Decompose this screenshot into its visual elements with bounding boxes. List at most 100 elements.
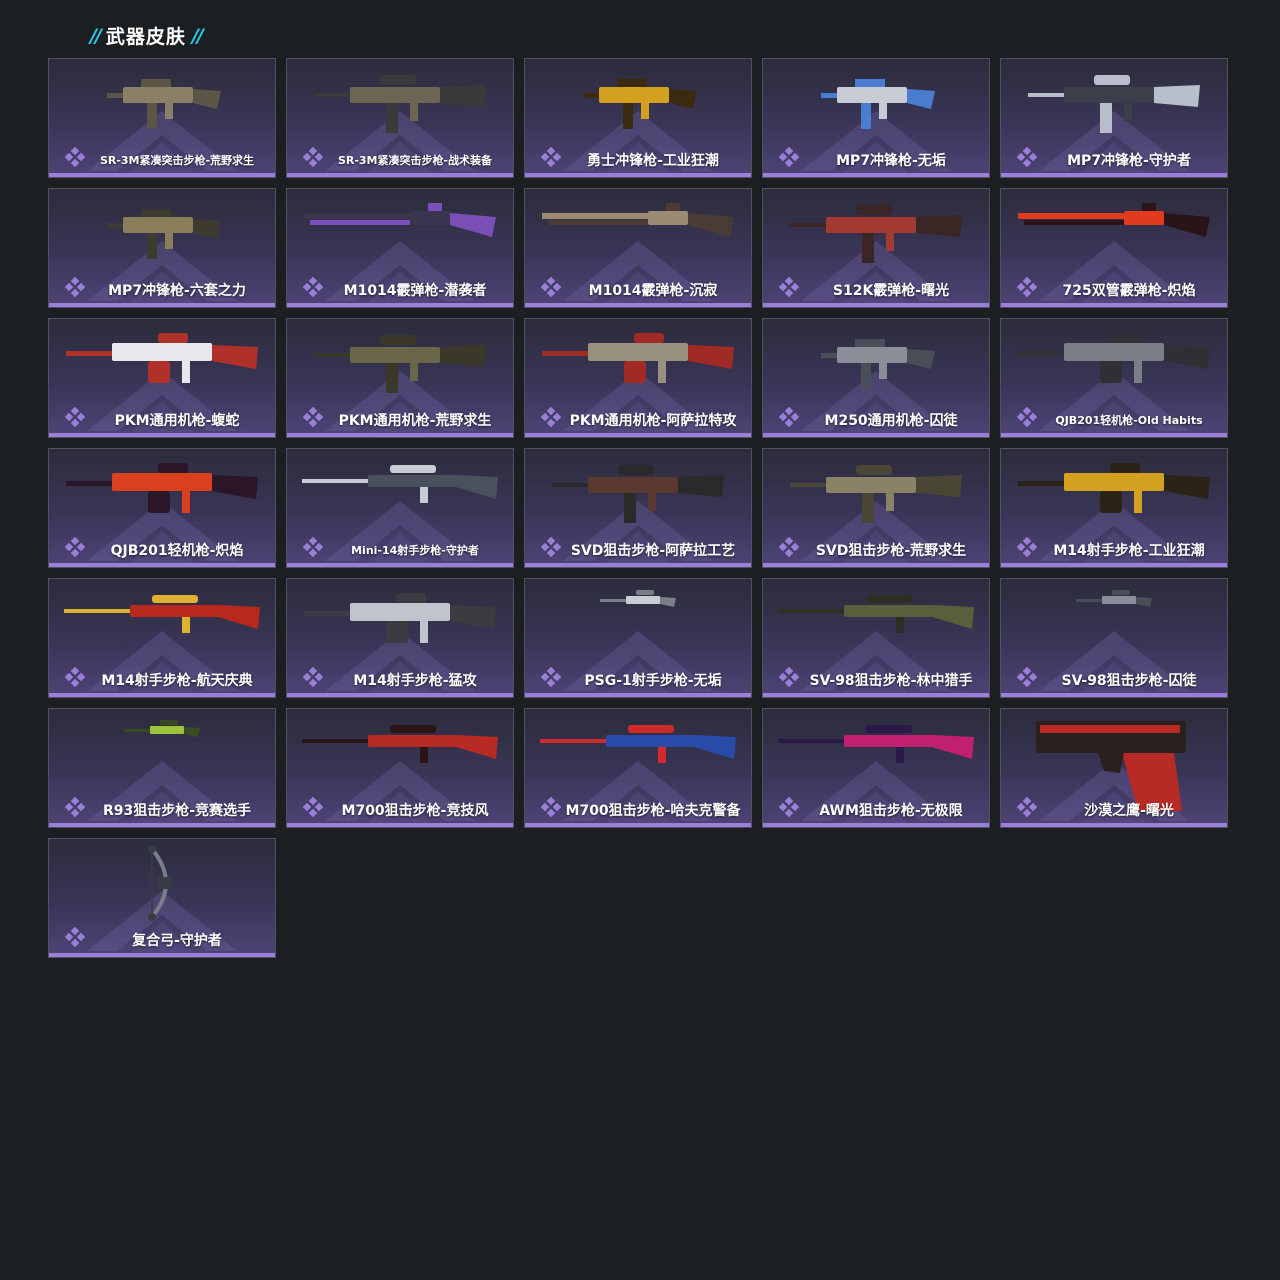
- weapon-skin-name: M1014霰弹枪-潜袭者: [343, 283, 487, 299]
- weapon-skin-card[interactable]: SVD狙击步枪-荒野求生: [762, 448, 990, 568]
- rarity-diamond-icon: [779, 277, 799, 297]
- rarity-diamond-icon: [65, 797, 85, 817]
- weapon-image: [310, 65, 490, 143]
- weapon-image: [573, 65, 703, 139]
- rarity-diamond-icon: [779, 797, 799, 817]
- rarity-diamond-icon: [541, 277, 561, 297]
- weapon-skin-name: PSG-1射手步枪-无垢: [584, 673, 722, 689]
- weapon-image: [300, 195, 500, 249]
- weapon-image: [1014, 455, 1214, 535]
- weapon-skin-name: M14射手步枪-航天庆典: [101, 673, 253, 689]
- weapon-skin-card[interactable]: PKM通用机枪-荒野求生: [286, 318, 514, 438]
- weapon-image: [1074, 585, 1154, 619]
- weapon-image: [1014, 195, 1214, 249]
- weapon-skin-card[interactable]: 沙漠之鹰-曙光: [1000, 708, 1228, 828]
- weapon-image: [1014, 325, 1214, 405]
- rarity-diamond-icon: [303, 537, 323, 557]
- weapon-skin-name: 复合弓-守护者: [132, 933, 222, 949]
- weapon-skin-name: 725双管霰弹枪-炽焰: [1062, 283, 1196, 299]
- rarity-diamond-icon: [65, 407, 85, 427]
- weapon-skin-card[interactable]: M700狙击步枪-竞技风: [286, 708, 514, 828]
- weapon-skin-name: M250通用机枪-囚徒: [824, 413, 958, 429]
- weapon-skin-card[interactable]: SR-3M紧凑突击步枪-战术装备: [286, 58, 514, 178]
- rarity-diamond-icon: [65, 537, 85, 557]
- weapon-skin-card[interactable]: MP7冲锋枪-六套之力: [48, 188, 276, 308]
- weapon-skin-card[interactable]: PKM通用机枪-蝮蛇: [48, 318, 276, 438]
- section-title: // 武器皮肤 //: [90, 22, 204, 49]
- weapon-skin-card[interactable]: M700狙击步枪-哈夫克警备: [524, 708, 752, 828]
- weapon-skin-name: M1014霰弹枪-沉寂: [588, 283, 718, 299]
- weapon-skin-card[interactable]: 勇士冲锋枪-工业狂潮: [524, 58, 752, 178]
- weapon-skin-name: M700狙击步枪-哈夫克警备: [565, 803, 741, 819]
- weapon-image: [1024, 65, 1204, 143]
- weapon-skin-card[interactable]: R93狙击步枪-竞赛选手: [48, 708, 276, 828]
- rarity-diamond-icon: [541, 797, 561, 817]
- rarity-diamond-icon: [541, 667, 561, 687]
- rarity-diamond-icon: [541, 147, 561, 167]
- weapon-image: [538, 325, 738, 405]
- weapon-skin-name: QJB201轻机枪-Old Habits: [1055, 414, 1203, 427]
- weapon-skin-name: SV-98狙击步枪-囚徒: [1061, 673, 1197, 689]
- weapon-skin-card[interactable]: QJB201轻机枪-炽焰: [48, 448, 276, 568]
- weapon-image: [811, 325, 941, 399]
- weapon-skin-name: M700狙击步枪-竞技风: [341, 803, 489, 819]
- weapon-skin-card[interactable]: M14射手步枪-工业狂潮: [1000, 448, 1228, 568]
- weapon-image: [548, 455, 728, 533]
- weapon-skin-card[interactable]: SVD狙击步枪-阿萨拉工艺: [524, 448, 752, 568]
- weapon-skin-name: SVD狙击步枪-阿萨拉工艺: [570, 543, 736, 559]
- rarity-diamond-icon: [65, 147, 85, 167]
- weapon-image: [122, 845, 202, 925]
- weapon-skin-card[interactable]: SV-98狙击步枪-囚徒: [1000, 578, 1228, 698]
- weapon-skin-name: Mini-14射手步枪-守护者: [351, 544, 479, 557]
- weapon-skin-card[interactable]: M250通用机枪-囚徒: [762, 318, 990, 438]
- weapon-image: [300, 455, 500, 515]
- weapon-image: [300, 585, 500, 665]
- rarity-diamond-icon: [303, 407, 323, 427]
- weapon-skin-card[interactable]: M14射手步枪-猛攻: [286, 578, 514, 698]
- rarity-diamond-icon: [1017, 797, 1037, 817]
- weapon-skin-name: PKM通用机枪-蝮蛇: [114, 413, 240, 429]
- weapon-skin-name: MP7冲锋枪-六套之力: [108, 283, 246, 299]
- weapon-skin-card[interactable]: Mini-14射手步枪-守护者: [286, 448, 514, 568]
- rarity-diamond-icon: [779, 537, 799, 557]
- title-slash-left-icon: //: [90, 24, 102, 47]
- weapon-skin-card[interactable]: M1014霰弹枪-沉寂: [524, 188, 752, 308]
- weapon-image: [310, 325, 490, 403]
- weapon-skin-card[interactable]: MP7冲锋枪-守护者: [1000, 58, 1228, 178]
- weapon-skin-card[interactable]: MP7冲锋枪-无垢: [762, 58, 990, 178]
- weapon-skin-card[interactable]: SV-98狙击步枪-林中猎手: [762, 578, 990, 698]
- weapon-skin-name: MP7冲锋枪-无垢: [836, 153, 946, 169]
- weapon-skin-name: R93狙击步枪-竞赛选手: [102, 803, 252, 819]
- weapon-skin-card[interactable]: PSG-1射手步枪-无垢: [524, 578, 752, 698]
- weapon-skin-name: SVD狙击步枪-荒野求生: [815, 543, 967, 559]
- rarity-diamond-icon: [65, 667, 85, 687]
- weapon-skin-card[interactable]: 复合弓-守护者: [48, 838, 276, 958]
- weapon-skin-name: SR-3M紧凑突击步枪-荒野求生: [99, 154, 255, 167]
- weapon-image: [786, 195, 966, 273]
- weapon-image: [97, 195, 227, 269]
- weapon-image: [300, 715, 500, 775]
- weapon-image: [122, 715, 202, 749]
- weapon-skin-card[interactable]: 725双管霰弹枪-炽焰: [1000, 188, 1228, 308]
- weapon-skin-card[interactable]: AWM狙击步枪-无极限: [762, 708, 990, 828]
- weapon-skin-card[interactable]: QJB201轻机枪-Old Habits: [1000, 318, 1228, 438]
- rarity-diamond-icon: [1017, 537, 1037, 557]
- weapon-skin-card[interactable]: SR-3M紧凑突击步枪-荒野求生: [48, 58, 276, 178]
- weapon-skin-name: M14射手步枪-猛攻: [353, 673, 477, 689]
- rarity-diamond-icon: [303, 147, 323, 167]
- weapon-skin-name: SR-3M紧凑突击步枪-战术装备: [337, 154, 493, 167]
- weapon-skin-card[interactable]: S12K霰弹枪-曙光: [762, 188, 990, 308]
- weapon-image: [97, 65, 227, 139]
- weapon-image: [811, 65, 941, 139]
- weapon-image: [62, 455, 262, 535]
- weapon-skin-name: 勇士冲锋枪-工业狂潮: [587, 153, 719, 169]
- rarity-diamond-icon: [1017, 407, 1037, 427]
- rarity-diamond-icon: [779, 407, 799, 427]
- weapon-skin-grid: SR-3M紧凑突击步枪-荒野求生 SR-3M紧凑突击步枪-战术装备 勇士冲锋枪-…: [48, 58, 1230, 958]
- weapon-skin-card[interactable]: PKM通用机枪-阿萨拉特攻: [524, 318, 752, 438]
- weapon-skin-name: PKM通用机枪-阿萨拉特攻: [569, 413, 737, 429]
- weapon-skin-card[interactable]: M14射手步枪-航天庆典: [48, 578, 276, 698]
- section-title-text: 武器皮肤: [105, 26, 186, 48]
- weapon-skin-name: S12K霰弹枪-曙光: [832, 283, 950, 299]
- weapon-skin-card[interactable]: M1014霰弹枪-潜袭者: [286, 188, 514, 308]
